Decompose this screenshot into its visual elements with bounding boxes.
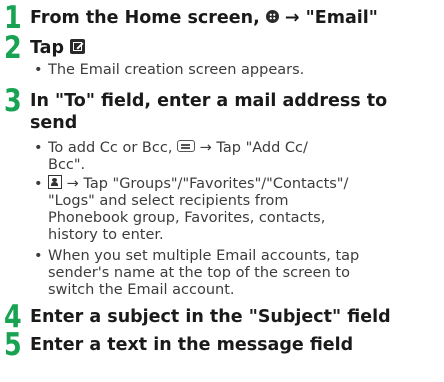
bullet-line: Bcc". <box>48 157 86 173</box>
bullet-line: sender's name at the top of the screen t… <box>48 265 350 281</box>
home-icon <box>265 9 279 23</box>
bullet-text-before: To add Cc or Bcc, <box>48 140 173 156</box>
step-1-text-after: → "Email" <box>284 8 378 28</box>
step-number-1: 1 <box>4 0 22 36</box>
step-3-title-line1: In "To" field, enter a mail address to <box>30 91 388 111</box>
bullet-line: Phonebook group, Favorites, contacts, <box>48 210 326 226</box>
step-2-text: Tap <box>30 38 65 58</box>
contacts-icon <box>48 175 62 189</box>
bullet-line: When you set multiple Email accounts, ta… <box>48 248 360 264</box>
step-1-title: From the Home screen, → "Email" <box>30 6 378 30</box>
bullet-dot: • <box>34 62 43 78</box>
bullet-text: The Email creation screen appears. <box>48 62 305 78</box>
step-number-2: 2 <box>4 30 22 66</box>
menu-icon <box>177 140 196 152</box>
compose-icon <box>70 38 86 54</box>
bullet-dot: • <box>34 248 43 264</box>
step-3-title-line2: send <box>30 113 78 133</box>
step-number-5: 5 <box>4 327 22 363</box>
bullet-line: → Tap "Groups"/"Favorites"/"Contacts"/ <box>48 175 349 193</box>
bullet-dot: • <box>34 176 43 192</box>
step-2-title: Tap <box>30 36 86 60</box>
bullet-text-after: → Tap "Groups"/"Favorites"/"Contacts"/ <box>66 176 349 192</box>
bullet-line: To add Cc or Bcc, → Tap "Add Cc/ <box>48 140 308 157</box>
step-1-text-before: From the Home screen, <box>30 8 260 28</box>
step-number-3: 3 <box>4 83 22 119</box>
step-5-title: Enter a text in the message field <box>30 335 354 355</box>
bullet-line: switch the Email account. <box>48 282 235 298</box>
bullet-line: history to enter. <box>48 227 164 243</box>
step-4-title: Enter a subject in the "Subject" field <box>30 307 391 327</box>
bullet-text-after: → Tap "Add Cc/ <box>199 140 308 156</box>
bullet-dot: • <box>34 140 43 156</box>
bullet-line: "Logs" and select recipients from <box>48 193 289 209</box>
